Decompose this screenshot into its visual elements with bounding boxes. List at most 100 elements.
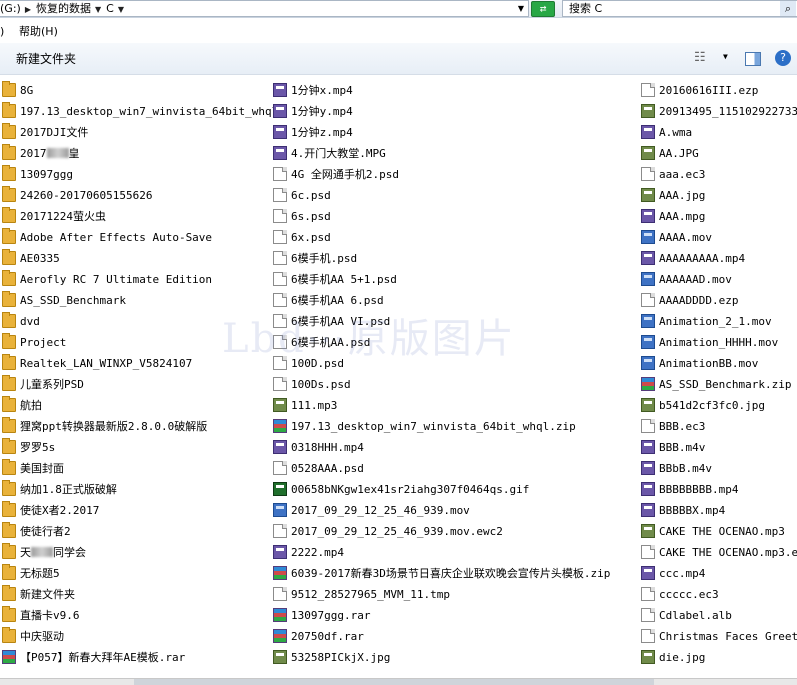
file-list-item[interactable]: b541d2cf3fc0.jpg: [641, 396, 797, 414]
file-list-item[interactable]: 100Ds.psd: [273, 375, 543, 393]
file-list-item[interactable]: 中庆驱动: [2, 627, 272, 645]
file-list-item[interactable]: 0318HHH.mp4: [273, 438, 543, 456]
file-list-item[interactable]: 6模手机AA VI.psd: [273, 312, 543, 330]
file-list-item[interactable]: AA.JPG: [641, 144, 797, 162]
refresh-icon[interactable]: ⇄: [531, 1, 555, 17]
file-list-item[interactable]: BBbB.m4v: [641, 459, 797, 477]
file-list-item[interactable]: 罗罗5s: [2, 438, 272, 456]
file-list-item[interactable]: 100D.psd: [273, 354, 543, 372]
preview-pane-icon[interactable]: [745, 52, 761, 66]
file-list-item[interactable]: 13097ggg: [2, 165, 272, 183]
file-list-item[interactable]: 6c.psd: [273, 186, 543, 204]
file-list-item[interactable]: 53258PICkjX.jpg: [273, 648, 543, 666]
file-list-item[interactable]: AS_SSD_Benchmark.zip: [641, 375, 797, 393]
file-list-item[interactable]: CAKE THE OCENAO.mp3.ewc2: [641, 543, 797, 561]
file-list-item[interactable]: 20160616III.ezp: [641, 81, 797, 99]
file-list-item[interactable]: AE0335: [2, 249, 272, 267]
chevron-down-icon[interactable]: ▼: [95, 5, 101, 14]
file-list-item[interactable]: Adobe After Effects Auto-Save: [2, 228, 272, 246]
file-list-item[interactable]: 4.开门大教堂.MPG: [273, 144, 543, 162]
file-list-item[interactable]: Christmas Faces Greetin: [641, 627, 797, 645]
file-list-item[interactable]: 0528AAA.psd: [273, 459, 543, 477]
file-list-item[interactable]: 6模手机AA 6.psd: [273, 291, 543, 309]
breadcrumb-folder[interactable]: 恢复的数据: [36, 2, 91, 15]
menu-item-help[interactable]: 帮助(H): [19, 23, 58, 41]
file-list-item[interactable]: 20913495_115102922733_2: [641, 102, 797, 120]
file-list-item[interactable]: die.jpg: [641, 648, 797, 666]
file-list-item[interactable]: AS_SSD_Benchmark: [2, 291, 272, 309]
file-list-item[interactable]: AnimationBB.mov: [641, 354, 797, 372]
file-list-item[interactable]: BBBBBBBB.mp4: [641, 480, 797, 498]
file-list-item[interactable]: AAAAAAD.mov: [641, 270, 797, 288]
file-list-item[interactable]: 20171224萤火虫: [2, 207, 272, 225]
view-options-icon[interactable]: ☷: [694, 50, 706, 65]
file-list-item[interactable]: 8G: [2, 81, 272, 99]
file-list-item[interactable]: AAA.jpg: [641, 186, 797, 204]
scrollbar-thumb[interactable]: [134, 679, 654, 685]
file-list-item[interactable]: 直播卡v9.6: [2, 606, 272, 624]
file-list-item[interactable]: AAAA.mov: [641, 228, 797, 246]
file-list-item[interactable]: A.wma: [641, 123, 797, 141]
file-list-item[interactable]: AAAAAAAAA.mp4: [641, 249, 797, 267]
chevron-down-icon[interactable]: ▼: [723, 52, 728, 61]
file-list-item[interactable]: BBBBBX.mp4: [641, 501, 797, 519]
file-list-item[interactable]: 使徒X者2.2017: [2, 501, 272, 519]
file-list-item[interactable]: Animation_HHHH.mov: [641, 333, 797, 351]
file-list-item[interactable]: 6模手机AA.psd: [273, 333, 543, 351]
file-list-item[interactable]: Animation_2_1.mov: [641, 312, 797, 330]
file-list-item[interactable]: 使徒行者2: [2, 522, 272, 540]
file-list-item[interactable]: 【P057】新春大拜年AE模板.rar: [2, 648, 272, 666]
file-list-item[interactable]: 6模手机AA 5+1.psd: [273, 270, 543, 288]
file-list-item[interactable]: Cdlabel.alb: [641, 606, 797, 624]
file-list-item[interactable]: 天 同学会: [2, 543, 272, 561]
file-list-item[interactable]: 1分钟y.mp4: [273, 102, 543, 120]
breadcrumb-current[interactable]: C: [106, 2, 114, 15]
breadcrumb-drive[interactable]: (G:): [0, 2, 21, 15]
new-folder-button[interactable]: 新建文件夹: [16, 50, 76, 67]
address-history-dropdown-icon[interactable]: ▼: [518, 1, 524, 16]
file-list-item[interactable]: BBB.ec3: [641, 417, 797, 435]
file-list-item[interactable]: 2017_09_29_12_25_46_939.mov.ewc2: [273, 522, 543, 540]
file-list-item[interactable]: 9512_28527965_MVM_11.tmp: [273, 585, 543, 603]
search-input[interactable]: 搜索 C ⌕: [562, 0, 797, 17]
file-list-item[interactable]: 狸窝ppt转换器最新版2.8.0.0破解版: [2, 417, 272, 435]
file-list-item[interactable]: BBB.m4v: [641, 438, 797, 456]
file-list-item[interactable]: 6039-2017新春3D场景节日喜庆企业联欢晚会宣传片头模板.zip: [273, 564, 610, 582]
chevron-right-icon[interactable]: ▶: [25, 5, 31, 14]
file-list-item[interactable]: 2017DJI文件: [2, 123, 272, 141]
file-list-item[interactable]: dvd: [2, 312, 272, 330]
file-list-item[interactable]: 111.mp3: [273, 396, 543, 414]
file-list-item[interactable]: aaa.ec3: [641, 165, 797, 183]
file-list-item[interactable]: 新建文件夹: [2, 585, 272, 603]
file-list-item[interactable]: 2017 皇: [2, 144, 272, 162]
file-list-item[interactable]: 6x.psd: [273, 228, 543, 246]
file-list-item[interactable]: Project: [2, 333, 272, 351]
file-list-item[interactable]: 纳加1.8正式版破解: [2, 480, 272, 498]
file-list-item[interactable]: Aerofly RC 7 Ultimate Edition: [2, 270, 272, 288]
menu-item-truncated[interactable]: ): [0, 23, 4, 41]
file-list-item[interactable]: 2222.mp4: [273, 543, 543, 561]
file-list-item[interactable]: AAAADDDD.ezp: [641, 291, 797, 309]
file-list-item[interactable]: 4G 全网通手机2.psd: [273, 165, 543, 183]
file-list-item[interactable]: 1分钟z.mp4: [273, 123, 543, 141]
file-list-item[interactable]: 1分钟x.mp4: [273, 81, 543, 99]
file-list-item[interactable]: 儿童系列PSD: [2, 375, 272, 393]
file-list-item[interactable]: 航拍: [2, 396, 272, 414]
file-list-item[interactable]: 2017_09_29_12_25_46_939.mov: [273, 501, 543, 519]
file-list-item[interactable]: AAA.mpg: [641, 207, 797, 225]
file-list-item[interactable]: ccccc.ec3: [641, 585, 797, 603]
file-list-item[interactable]: 197.13_desktop_win7_winvista_64bit_whql: [2, 102, 278, 120]
file-list-item[interactable]: CAKE THE OCENAO.mp3: [641, 522, 797, 540]
file-list-item[interactable]: 20750df.rar: [273, 627, 543, 645]
file-list-item[interactable]: 美国封面: [2, 459, 272, 477]
file-list-item[interactable]: 13097ggg.rar: [273, 606, 543, 624]
chevron-down-icon[interactable]: ▼: [118, 5, 124, 14]
file-list-item[interactable]: 24260-20170605155626: [2, 186, 272, 204]
file-list-item[interactable]: ccc.mp4: [641, 564, 797, 582]
file-list-item[interactable]: 00658bNKgw1ex41sr2iahg307f0464qs.gif: [273, 480, 543, 498]
address-field[interactable]: (G:) ▶ 恢复的数据 ▼ C ▼ ▼: [0, 0, 529, 17]
help-icon[interactable]: ?: [775, 50, 791, 66]
file-list-item[interactable]: 6模手机.psd: [273, 249, 543, 267]
search-icon[interactable]: ⌕: [780, 1, 796, 16]
file-list-item[interactable]: Realtek_LAN_WINXP_V5824107: [2, 354, 272, 372]
